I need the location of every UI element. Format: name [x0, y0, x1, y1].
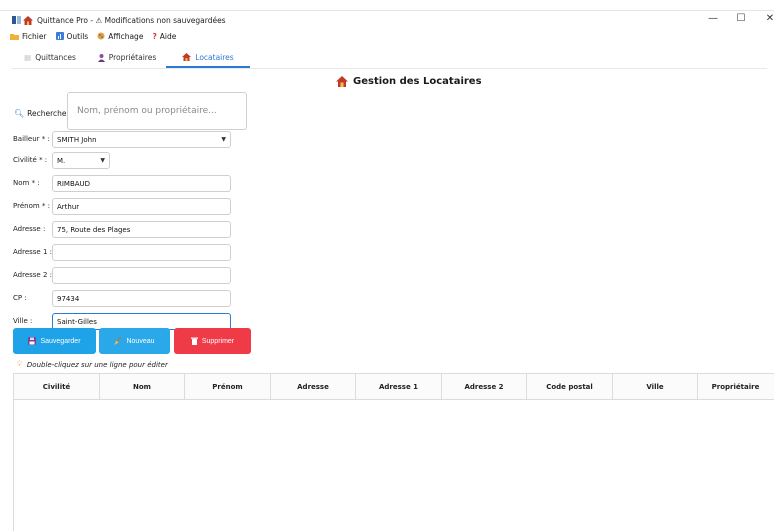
prenom-field[interactable]	[52, 198, 231, 215]
column-header[interactable]: Ville	[613, 374, 698, 400]
edit-hint-text: Double-cliquez sur une ligne pour éditer	[26, 360, 168, 369]
tab-divider	[12, 68, 767, 69]
column-header[interactable]: Nom	[100, 374, 185, 400]
search-input[interactable]	[67, 92, 247, 130]
menu-outils[interactable]: Outils	[55, 31, 89, 41]
cp-label: CP :	[13, 294, 27, 302]
menu-aide[interactable]: ? Aide	[152, 32, 176, 41]
table-body	[14, 400, 774, 531]
tab-locataires[interactable]: Locataires	[166, 48, 250, 68]
unsaved-label: Modifications non sauvegardées	[104, 15, 226, 25]
broom-icon	[114, 337, 122, 345]
menu-label: Fichier	[22, 31, 47, 41]
page-title: Gestion des Locataires	[336, 76, 482, 87]
menu-label: Affichage	[108, 31, 144, 41]
bailleur-label: Bailleur * :	[13, 135, 50, 143]
trash-icon	[190, 337, 198, 345]
title-bar: Quittance Pro - ⚠ Modifications non sauv…	[0, 11, 774, 29]
table-header: Civilité Nom Prénom Adresse Adresse 1 Ad…	[14, 374, 774, 400]
search-label: 🔍︎ Rechercher :	[14, 109, 75, 118]
chevron-down-icon: ▼	[221, 136, 226, 143]
ville-label: Ville :	[13, 317, 33, 325]
column-header[interactable]: Prénom	[185, 374, 271, 400]
app-icon	[12, 15, 33, 25]
adresse1-label: Adresse 1 :	[13, 248, 53, 256]
column-header[interactable]: Propriétaire	[698, 374, 773, 400]
tab-quittances[interactable]: ▦ Quittances	[12, 48, 88, 68]
save-button-label: Sauvegarder	[40, 337, 81, 345]
column-header[interactable]: Civilité	[14, 374, 100, 400]
column-header[interactable]: Adresse	[271, 374, 356, 400]
menu-fichier[interactable]: Fichier	[10, 32, 47, 41]
tab-proprietaires[interactable]: Propriétaires	[88, 48, 166, 68]
adresse-label: Adresse :	[13, 225, 46, 233]
display-icon	[97, 32, 105, 40]
warning-icon: ⚠	[95, 15, 103, 25]
search-icon: 🔍︎	[14, 109, 25, 118]
save-button[interactable]: Sauvegarder	[13, 328, 96, 354]
column-header[interactable]: Adresse 1	[356, 374, 442, 400]
minimize-button[interactable]: —	[705, 13, 721, 24]
app-title: Quittance Pro -	[37, 15, 96, 25]
tenants-table: Civilité Nom Prénom Adresse Adresse 1 Ad…	[13, 373, 774, 531]
civilite-select[interactable]: M. ▼	[52, 152, 110, 169]
new-button[interactable]: Nouveau	[99, 328, 170, 354]
tab-label: Quittances	[35, 53, 76, 62]
menu-label: Aide	[159, 31, 177, 41]
delete-button[interactable]: Supprimer	[174, 328, 251, 354]
house-icon	[336, 76, 348, 87]
nom-label: Nom * :	[13, 179, 40, 187]
adresse1-field[interactable]	[52, 244, 231, 261]
nom-field[interactable]	[52, 175, 231, 192]
edit-hint: 💡︎ Double-cliquez sur une ligne pour édi…	[17, 360, 168, 369]
new-button-label: Nouveau	[126, 337, 155, 345]
adresse2-field[interactable]	[52, 267, 231, 284]
menu-label: Outils	[66, 31, 89, 41]
tools-icon	[55, 32, 64, 40]
cp-field[interactable]	[52, 290, 231, 307]
civilite-label: Civilité * :	[13, 156, 48, 164]
floppy-icon	[28, 337, 37, 345]
person-icon	[97, 53, 105, 62]
folder-icon	[10, 33, 19, 40]
receipt-icon: ▦	[24, 53, 32, 62]
house-icon	[182, 53, 192, 61]
close-button[interactable]: ✕	[762, 13, 774, 24]
maximize-button[interactable]: ☐	[733, 13, 749, 24]
bailleur-select[interactable]: SMITH John ▼	[52, 131, 231, 148]
question-icon: ?	[152, 31, 157, 41]
column-header[interactable]: Code postal	[527, 374, 613, 400]
menu-affichage[interactable]: Affichage	[97, 32, 143, 41]
tab-bar: ▦ Quittances Propriétaires Locataires	[12, 48, 250, 68]
adresse-field[interactable]	[52, 221, 231, 238]
column-header[interactable]: Adresse 2	[442, 374, 527, 400]
app-window: Quittance Pro - ⚠ Modifications non sauv…	[0, 10, 774, 531]
page-title-text: Gestion des Locataires	[353, 76, 482, 87]
window-title: Quittance Pro - ⚠ Modifications non sauv…	[37, 16, 226, 25]
bailleur-value: SMITH John	[57, 135, 97, 144]
civilite-value: M.	[57, 156, 66, 165]
tab-label: Propriétaires	[108, 53, 157, 62]
tab-label: Locataires	[195, 52, 234, 62]
prenom-label: Prénom * :	[13, 202, 50, 210]
menu-bar: Fichier Outils Affichage ? Aide	[10, 29, 176, 43]
delete-button-label: Supprimer	[201, 337, 235, 345]
chevron-down-icon: ▼	[100, 157, 105, 164]
adresse2-label: Adresse 2 :	[13, 271, 53, 279]
lightbulb-icon: 💡︎	[17, 360, 22, 368]
